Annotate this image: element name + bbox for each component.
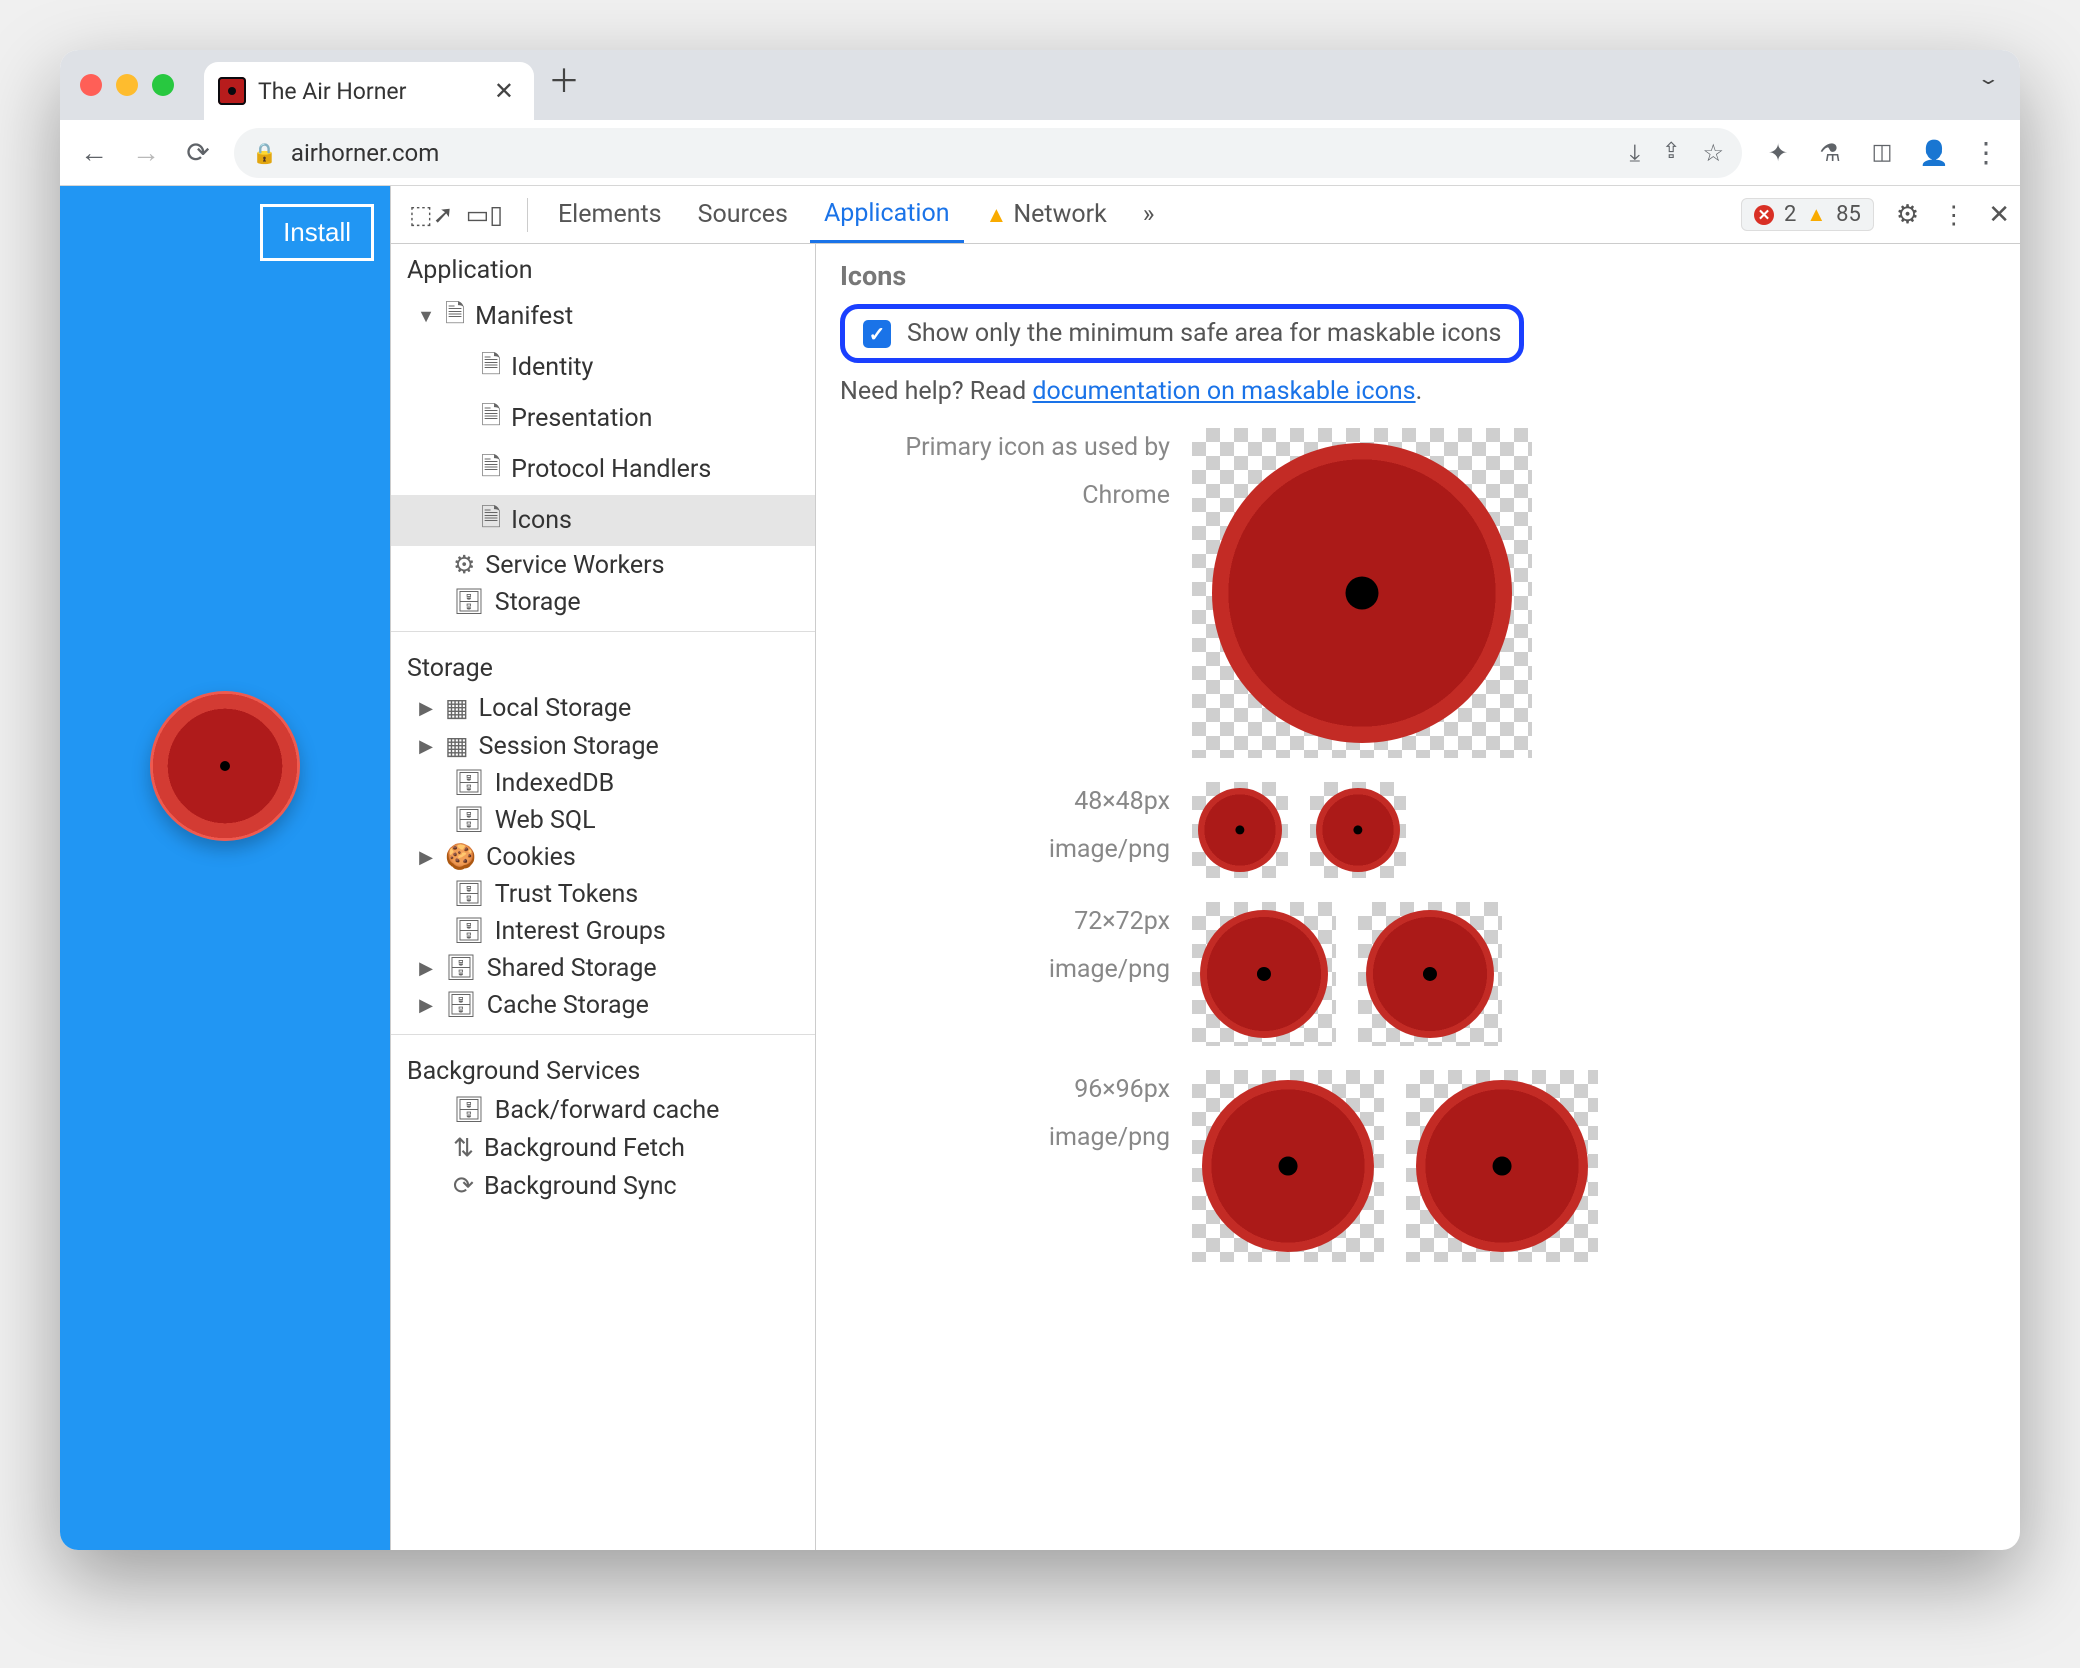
sidebar-item-interest-groups[interactable]: 🗄Interest Groups	[391, 913, 815, 950]
sidebar-item-local-storage[interactable]: ▶▦Local Storage	[391, 689, 815, 727]
panel-title: Icons	[840, 260, 1996, 292]
tab-network[interactable]: ▲Network	[972, 186, 1121, 243]
airhorn-button[interactable]	[150, 691, 300, 841]
browser-menu-button[interactable]: ⋮	[1964, 131, 2008, 175]
sidebar-item-service-workers[interactable]: ⚙ Service Workers	[391, 546, 815, 584]
primary-icon-label-1: Primary icon as used by	[840, 428, 1170, 468]
icon-preview-96a	[1192, 1070, 1384, 1262]
tab-application[interactable]: Application	[810, 186, 964, 243]
profile-avatar[interactable]: 👤	[1912, 131, 1956, 175]
tab-search-button[interactable]: ⌄	[1977, 62, 2006, 95]
reload-button[interactable]: ⟳	[176, 131, 220, 175]
sidebar-item-icons[interactable]: 🗎 Icons	[391, 495, 815, 546]
back-button[interactable]: ←	[72, 131, 116, 175]
close-tab-button[interactable]: ✕	[494, 77, 514, 105]
devtools-tabstrip: ⬚➚ ▭▯ Elements Sources Application ▲Netw…	[391, 186, 2020, 244]
sidebar-item-storage-app[interactable]: 🗄 Storage	[391, 584, 815, 621]
sidebar-item-trust-tokens[interactable]: 🗄Trust Tokens	[391, 876, 815, 913]
url-text: airhorner.com	[291, 139, 439, 167]
icon-row-72: 72×72px image/png	[840, 902, 1996, 1046]
sidebar-item-cache-storage[interactable]: ▶🗄Cache Storage	[391, 987, 815, 1024]
close-devtools-button[interactable]: ✕	[1988, 200, 2010, 230]
sidebar-item-background-fetch[interactable]: ⇅Background Fetch	[391, 1129, 815, 1167]
sidebar-item-bfcache[interactable]: 🗄Back/forward cache	[391, 1092, 815, 1129]
checkbox-label: Show only the minimum safe area for mask…	[907, 319, 1501, 348]
icon-type-96: image/png	[840, 1118, 1170, 1158]
issue-counter[interactable]: ✕ 2 ▲ 85	[1741, 198, 1874, 231]
icon-preview-72a	[1192, 902, 1336, 1046]
icon-type-72: image/png	[840, 950, 1170, 990]
install-app-icon[interactable]: ⤓	[1629, 139, 1640, 167]
browser-window: The Air Horner ✕ ＋ ⌄ ← → ⟳ 🔒 airhorner.c…	[60, 50, 2020, 1550]
browser-tab[interactable]: The Air Horner ✕	[204, 62, 534, 120]
devtools: ⬚➚ ▭▯ Elements Sources Application ▲Netw…	[390, 186, 2020, 1550]
primary-icon-label-2: Chrome	[840, 476, 1170, 516]
warning-count: 85	[1836, 202, 1861, 227]
close-window-button[interactable]	[80, 74, 102, 96]
more-tabs-button[interactable]: »	[1129, 186, 1169, 243]
icon-size-72: 72×72px	[840, 902, 1170, 942]
warning-icon: ▲	[1806, 202, 1826, 227]
inspect-element-icon[interactable]: ⬚➚	[409, 200, 454, 230]
minimize-window-button[interactable]	[116, 74, 138, 96]
titlebar: The Air Horner ✕ ＋ ⌄	[60, 50, 2020, 120]
icon-row-48: 48×48px image/png	[840, 782, 1996, 878]
viewport: Install ⬚➚ ▭▯ Elements Sources Applicati…	[60, 186, 2020, 1550]
sidebar-item-cookies[interactable]: ▶🍪Cookies	[391, 839, 815, 876]
tab-title: The Air Horner	[258, 78, 482, 105]
window-controls	[80, 74, 174, 96]
device-toolbar-icon[interactable]: ▭▯	[466, 200, 503, 230]
error-icon: ✕	[1754, 205, 1774, 225]
sidebar-section-storage: Storage	[391, 642, 815, 689]
favicon-icon	[218, 77, 246, 105]
lock-icon: 🔒	[252, 141, 277, 165]
primary-icon-row: Primary icon as used by Chrome	[840, 428, 1996, 758]
browser-toolbar: ← → ⟳ 🔒 airhorner.com ⤓ ⇪ ☆ ✦ ⚗ ◫ 👤 ⋮	[60, 120, 2020, 186]
icon-size-96: 96×96px	[840, 1070, 1170, 1110]
labs-icon[interactable]: ⚗	[1808, 131, 1852, 175]
share-icon[interactable]: ⇪	[1662, 139, 1680, 167]
icon-type-48: image/png	[840, 830, 1170, 870]
sidebar-item-manifest[interactable]: ▼🗎 Manifest	[391, 291, 815, 342]
sidebar-item-session-storage[interactable]: ▶▦Session Storage	[391, 727, 815, 765]
sidebar-item-websql[interactable]: 🗄Web SQL	[391, 802, 815, 839]
install-button[interactable]: Install	[260, 204, 374, 261]
sidebar-item-protocol-handlers[interactable]: 🗎 Protocol Handlers	[391, 444, 815, 495]
icon-size-48: 48×48px	[840, 782, 1170, 822]
icon-row-96: 96×96px image/png	[840, 1070, 1996, 1262]
forward-button[interactable]: →	[124, 131, 168, 175]
maskable-checkbox-row[interactable]: ✓ Show only the minimum safe area for ma…	[840, 304, 1524, 363]
tab-elements[interactable]: Elements	[544, 186, 676, 243]
icon-preview-96b	[1406, 1070, 1598, 1262]
new-tab-button[interactable]: ＋	[548, 56, 580, 102]
sidebar-section-application: Application	[391, 244, 815, 291]
icon-preview-48b	[1310, 782, 1406, 878]
sidebar-item-identity[interactable]: 🗎 Identity	[391, 342, 815, 393]
maskable-docs-link[interactable]: documentation on maskable icons	[1032, 377, 1415, 406]
sidebar-item-shared-storage[interactable]: ▶🗄Shared Storage	[391, 950, 815, 987]
application-sidebar: Application ▼🗎 Manifest 🗎 Identity 🗎 Pre…	[391, 244, 816, 1550]
icons-panel: Icons ✓ Show only the minimum safe area …	[816, 244, 2020, 1550]
sidebar-section-background: Background Services	[391, 1045, 815, 1092]
error-count: 2	[1784, 202, 1796, 227]
sidebar-item-presentation[interactable]: 🗎 Presentation	[391, 393, 815, 444]
settings-icon[interactable]: ⚙	[1896, 200, 1919, 230]
extensions-icon[interactable]: ✦	[1756, 131, 1800, 175]
maximize-window-button[interactable]	[152, 74, 174, 96]
bookmark-icon[interactable]: ☆	[1702, 139, 1724, 167]
icon-preview-primary	[1192, 428, 1532, 758]
page-content: Install	[60, 186, 390, 1550]
sidebar-item-indexeddb[interactable]: 🗄IndexedDB	[391, 765, 815, 802]
tab-sources[interactable]: Sources	[684, 186, 802, 243]
sidebar-item-background-sync[interactable]: ⟳Background Sync	[391, 1167, 815, 1205]
help-text: Need help? Read documentation on maskabl…	[840, 377, 1996, 406]
icon-preview-48a	[1192, 782, 1288, 878]
devtools-menu-button[interactable]: ⋮	[1941, 200, 1966, 230]
icon-preview-72b	[1358, 902, 1502, 1046]
side-panel-icon[interactable]: ◫	[1860, 131, 1904, 175]
checkbox-checked-icon[interactable]: ✓	[863, 320, 891, 348]
address-bar[interactable]: 🔒 airhorner.com ⤓ ⇪ ☆	[234, 128, 1742, 178]
